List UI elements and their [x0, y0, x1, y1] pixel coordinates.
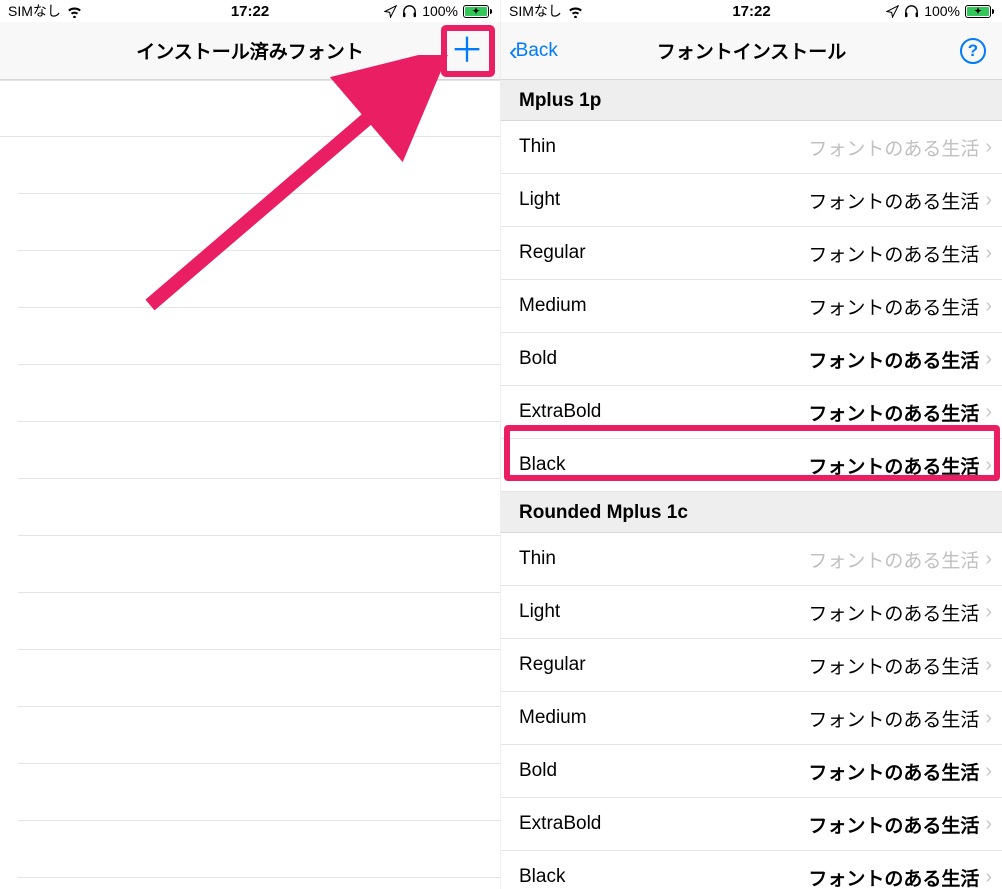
font-row-regular[interactable]: Regular フォントのある生活 › — [501, 227, 1002, 280]
list-item[interactable] — [18, 137, 500, 194]
font-weight-label: Black — [519, 866, 565, 888]
font-sample-text: フォントのある生活 — [808, 240, 979, 267]
font-row-regular[interactable]: Regular フォントのある生活 › — [501, 639, 1002, 692]
carrier-label: SIMなし — [8, 1, 61, 21]
font-weight-label: Medium — [519, 707, 587, 729]
status-time: 17:22 — [732, 3, 770, 20]
font-sample-text: フォントのある生活 — [808, 811, 979, 838]
font-row-black[interactable]: Black フォントのある生活 › — [501, 439, 1002, 492]
list-item[interactable] — [18, 536, 500, 593]
status-bar: SIMなし 17:22 100% ✦ — [0, 0, 500, 22]
font-row-thin[interactable]: Thin フォントのある生活 › — [501, 121, 1002, 174]
list-item[interactable] — [18, 194, 500, 251]
carrier-label: SIMなし — [509, 1, 562, 21]
font-sample-text: フォントのある生活 — [808, 758, 979, 785]
headphone-icon — [402, 5, 417, 18]
list-item[interactable] — [18, 650, 500, 707]
back-label: Back — [516, 40, 558, 62]
add-button[interactable]: ＋ — [450, 34, 484, 68]
font-weight-label: Thin — [519, 136, 556, 158]
font-weight-label: ExtraBold — [519, 813, 601, 835]
chevron-right-icon: › — [985, 189, 992, 212]
nav-bar-left: インストール済みフォント ＋ — [0, 22, 500, 80]
page-title: フォントインストール — [657, 37, 847, 64]
location-icon — [886, 5, 899, 18]
font-sample-text: フォントのある生活 — [808, 346, 979, 373]
font-sample-text: フォントのある生活 — [808, 187, 979, 214]
battery-icon: ✦ — [965, 5, 994, 18]
chevron-right-icon: › — [985, 866, 992, 889]
page-title: インストール済みフォント — [136, 37, 364, 64]
font-weight-label: ExtraBold — [519, 401, 601, 423]
section-header: Mplus 1p — [501, 80, 1002, 121]
font-row-bold[interactable]: Bold フォントのある生活 › — [501, 745, 1002, 798]
help-button[interactable]: ? — [960, 38, 986, 64]
list-item[interactable] — [18, 422, 500, 479]
chevron-right-icon: › — [985, 348, 992, 371]
list-item[interactable] — [18, 479, 500, 536]
list-item[interactable] — [18, 308, 500, 365]
font-weight-label: Thin — [519, 548, 556, 570]
font-weight-label: Black — [519, 454, 565, 476]
font-weight-label: Regular — [519, 654, 586, 676]
font-sample-text: フォントのある生活 — [808, 546, 979, 573]
location-icon — [384, 5, 397, 18]
list-item[interactable] — [18, 593, 500, 650]
chevron-right-icon: › — [985, 813, 992, 836]
font-row-light[interactable]: Light フォントのある生活 › — [501, 174, 1002, 227]
list-item[interactable] — [18, 707, 500, 764]
font-sample-text: フォントのある生活 — [808, 399, 979, 426]
wifi-icon — [567, 5, 584, 18]
font-weight-label: Bold — [519, 760, 557, 782]
font-row-medium[interactable]: Medium フォントのある生活 › — [501, 692, 1002, 745]
status-bar: SIMなし 17:22 100% ✦ — [501, 0, 1002, 22]
font-sample-text: フォントのある生活 — [808, 864, 979, 889]
list-item[interactable] — [18, 821, 500, 878]
chevron-right-icon: › — [985, 401, 992, 424]
font-row-black[interactable]: Black フォントのある生活 › — [501, 851, 1002, 889]
chevron-right-icon: › — [985, 654, 992, 677]
chevron-right-icon: › — [985, 136, 992, 159]
nav-bar-right: ‹ Back フォントインストール ? — [501, 22, 1002, 80]
battery-icon: ✦ — [463, 5, 492, 18]
chevron-right-icon: › — [985, 242, 992, 265]
font-row-extrabold[interactable]: ExtraBold フォントのある生活 › — [501, 386, 1002, 439]
font-row-medium[interactable]: Medium フォントのある生活 › — [501, 280, 1002, 333]
font-weight-label: Regular — [519, 242, 586, 264]
battery-pct: 100% — [924, 3, 960, 19]
font-sample-text: フォントのある生活 — [808, 599, 979, 626]
font-sample-text: フォントのある生活 — [808, 293, 979, 320]
font-sample-text: フォントのある生活 — [808, 134, 979, 161]
empty-list — [0, 80, 500, 878]
status-time: 17:22 — [231, 3, 269, 20]
section-header: Rounded Mplus 1c — [501, 492, 1002, 533]
chevron-right-icon: › — [985, 454, 992, 477]
list-item[interactable] — [18, 365, 500, 422]
font-row-thin[interactable]: Thin フォントのある生活 › — [501, 533, 1002, 586]
font-row-bold[interactable]: Bold フォントのある生活 › — [501, 333, 1002, 386]
font-weight-label: Light — [519, 189, 560, 211]
font-sample-text: フォントのある生活 — [808, 652, 979, 679]
font-weight-label: Medium — [519, 295, 587, 317]
font-weight-label: Light — [519, 601, 560, 623]
font-row-light[interactable]: Light フォントのある生活 › — [501, 586, 1002, 639]
wifi-icon — [66, 5, 83, 18]
back-button[interactable]: ‹ Back — [509, 38, 558, 64]
chevron-right-icon: › — [985, 601, 992, 624]
phone-right: SIMなし 17:22 100% ✦ ‹ Back フォントインストール ? M… — [501, 0, 1002, 889]
chevron-right-icon: › — [985, 760, 992, 783]
font-sample-text: フォントのある生活 — [808, 452, 979, 479]
chevron-right-icon: › — [985, 707, 992, 730]
phone-left: SIMなし 17:22 100% ✦ インストール済みフォント ＋ — [0, 0, 501, 889]
list-item[interactable] — [0, 80, 500, 137]
list-item[interactable] — [18, 251, 500, 308]
font-sample-text: フォントのある生活 — [808, 705, 979, 732]
font-row-extrabold[interactable]: ExtraBold フォントのある生活 › — [501, 798, 1002, 851]
battery-pct: 100% — [422, 3, 458, 19]
headphone-icon — [904, 5, 919, 18]
chevron-right-icon: › — [985, 295, 992, 318]
chevron-right-icon: › — [985, 548, 992, 571]
font-weight-label: Bold — [519, 348, 557, 370]
list-item[interactable] — [18, 764, 500, 821]
